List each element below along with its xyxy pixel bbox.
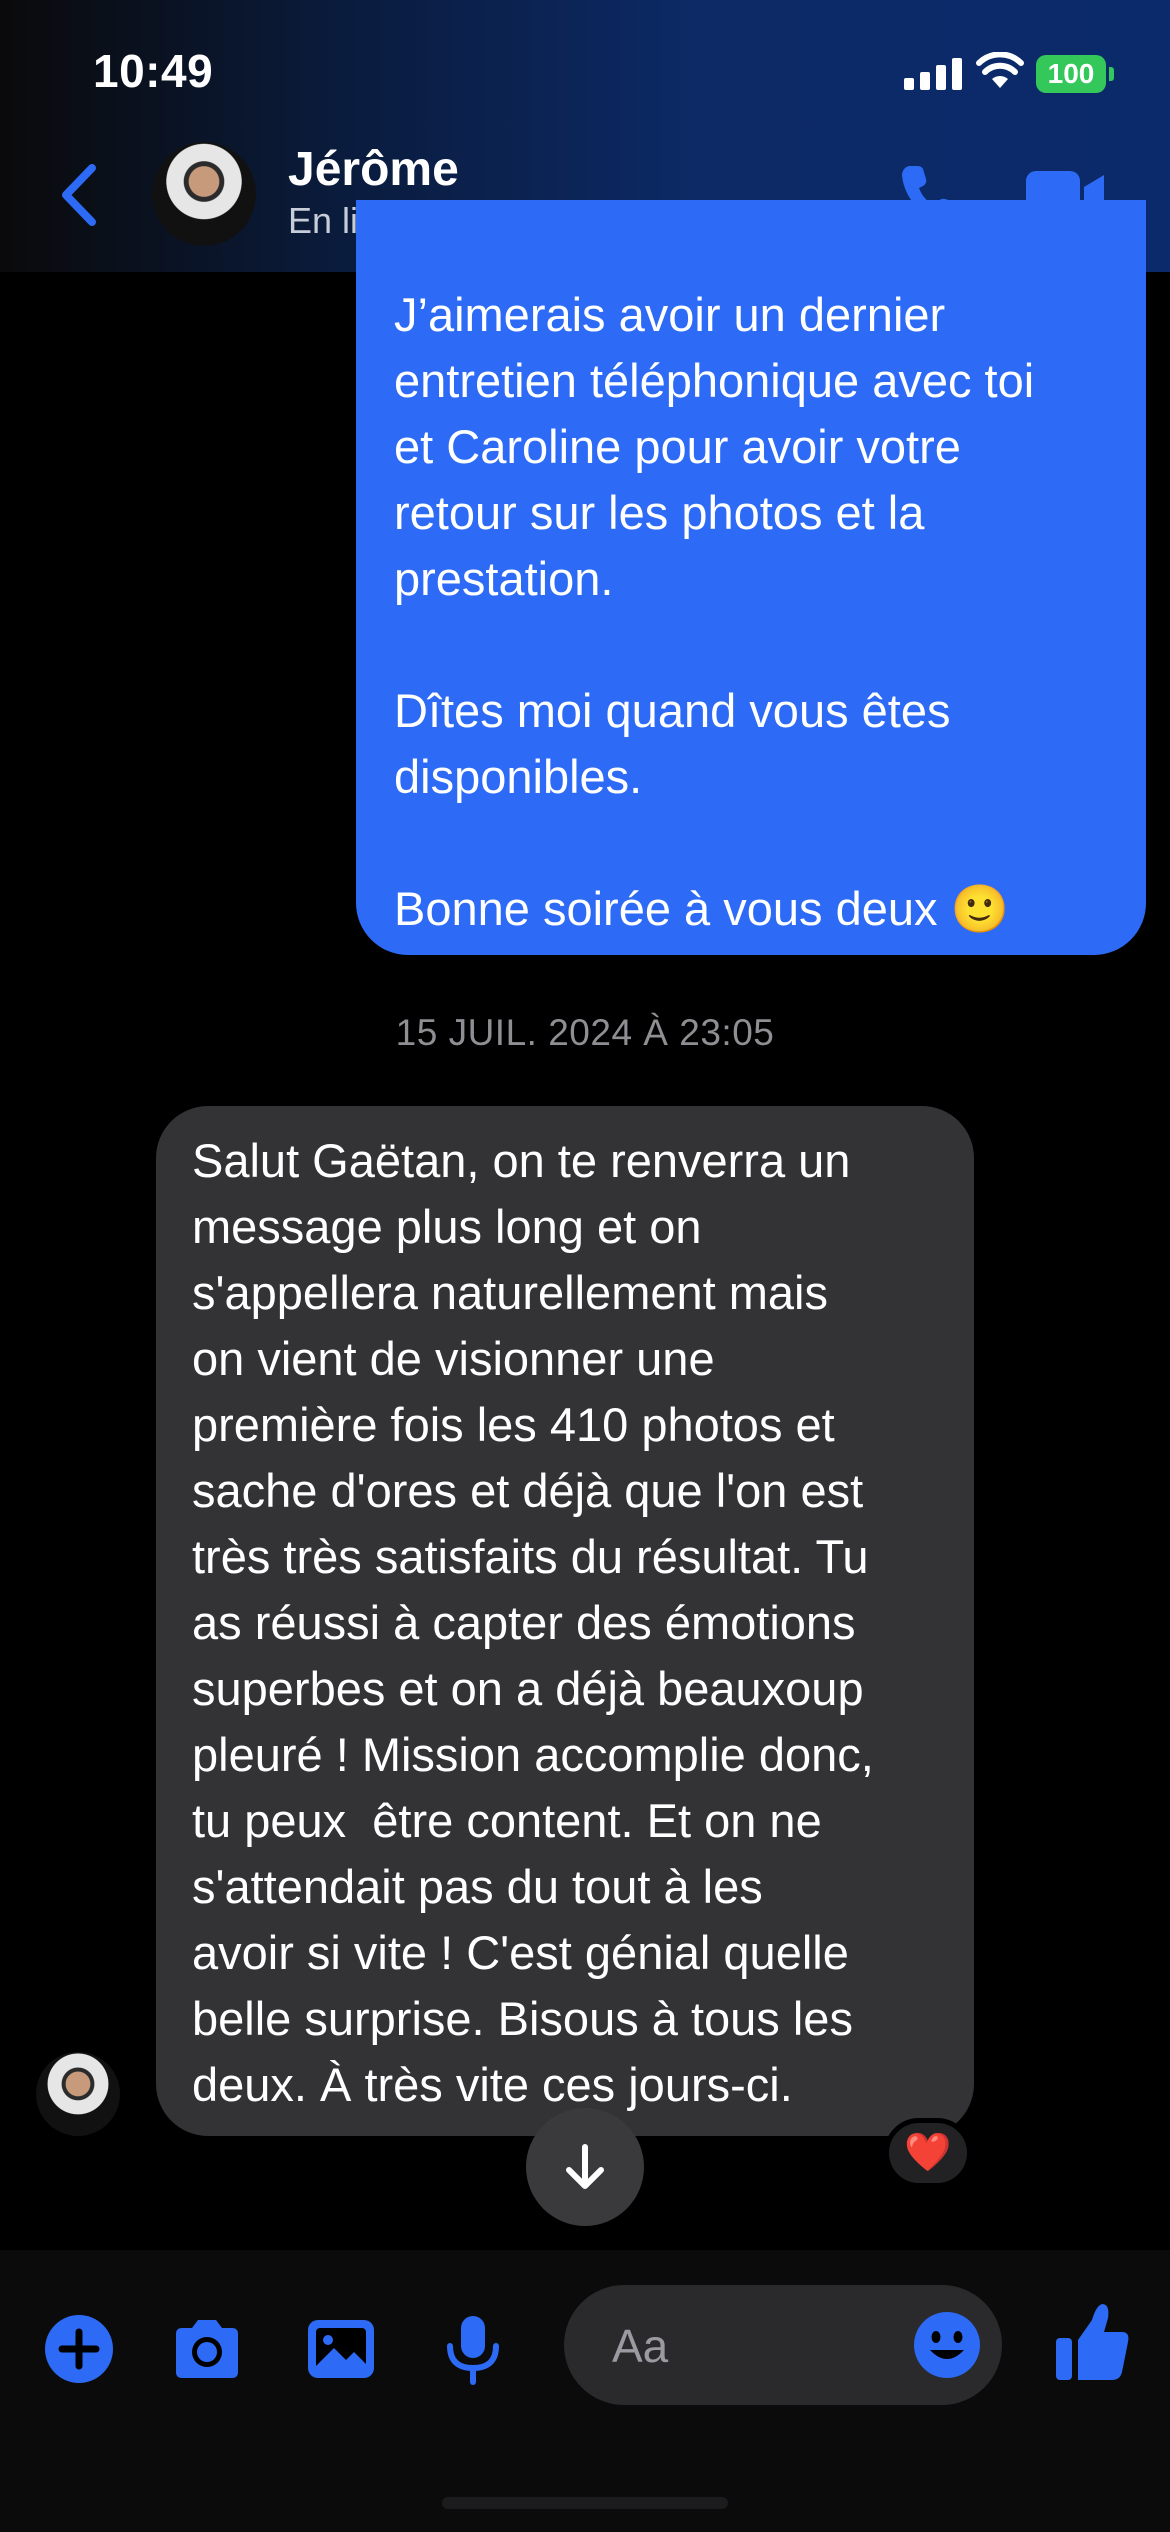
message-line: deux. À très vite ces jours-ci. bbox=[192, 2058, 793, 2111]
message-line: pleuré ! Mission accomplie donc, bbox=[192, 1728, 874, 1781]
battery-indicator: 100 bbox=[1036, 55, 1106, 93]
message-line: première fois les 410 photos et bbox=[192, 1398, 835, 1451]
message-timestamp: 15 JUIL. 2024 À 23:05 bbox=[395, 1012, 775, 1053]
microphone-icon[interactable] bbox=[436, 2312, 510, 2386]
message-line: on vient de visionner une bbox=[192, 1332, 715, 1385]
camera-icon[interactable] bbox=[170, 2312, 244, 2386]
contact-name[interactable]: Jérôme bbox=[288, 142, 459, 197]
wifi-icon bbox=[976, 52, 1024, 88]
incoming-message-bubble[interactable]: Salut Gaëtan, on te renverra un message … bbox=[156, 1106, 974, 2136]
plus-icon[interactable] bbox=[42, 2312, 116, 2386]
message-line: s'attendait pas du tout à les bbox=[192, 1860, 763, 1913]
message-line: Salut Gaëtan, on te renverra un bbox=[192, 1134, 851, 1187]
scroll-to-bottom-button[interactable] bbox=[526, 2108, 644, 2226]
message-composer[interactable] bbox=[564, 2285, 1002, 2405]
home-indicator bbox=[442, 2497, 728, 2509]
message-line: superbes et on a déjà beauxoup bbox=[192, 1662, 864, 1715]
back-button[interactable] bbox=[52, 160, 112, 230]
cellular-signal-icon bbox=[904, 58, 962, 90]
contact-avatar[interactable] bbox=[152, 142, 256, 246]
message-line: sache d'ores et déjà que l'on est bbox=[192, 1464, 864, 1517]
outgoing-message-bubble[interactable]: J’aimerais avoir un dernier entretien té… bbox=[356, 200, 1146, 955]
thumbs-up-icon[interactable] bbox=[1052, 2300, 1132, 2384]
message-input[interactable] bbox=[610, 2315, 914, 2377]
message-line: as réussi à capter des émotions bbox=[192, 1596, 856, 1649]
sender-avatar[interactable] bbox=[36, 2052, 120, 2136]
message-line: avoir si vite ! C'est génial quelle bbox=[192, 1926, 849, 1979]
message-line: message plus long et on bbox=[192, 1200, 702, 1253]
message-line: belle surprise. Bisous à tous les bbox=[192, 1992, 853, 2045]
message-line: s'appellera naturellement mais bbox=[192, 1266, 828, 1319]
battery-tip bbox=[1109, 67, 1114, 81]
arrow-down-icon bbox=[566, 2144, 604, 2189]
message-line: très très satisfaits du résultat. Tu bbox=[192, 1530, 869, 1583]
emoji-icon[interactable] bbox=[912, 2310, 982, 2380]
status-time: 10:49 bbox=[93, 45, 214, 97]
message-line: tu peux être content. Et on ne bbox=[192, 1794, 822, 1847]
heart-reaction[interactable]: ❤️ bbox=[884, 2118, 972, 2188]
gallery-icon[interactable] bbox=[304, 2312, 378, 2386]
